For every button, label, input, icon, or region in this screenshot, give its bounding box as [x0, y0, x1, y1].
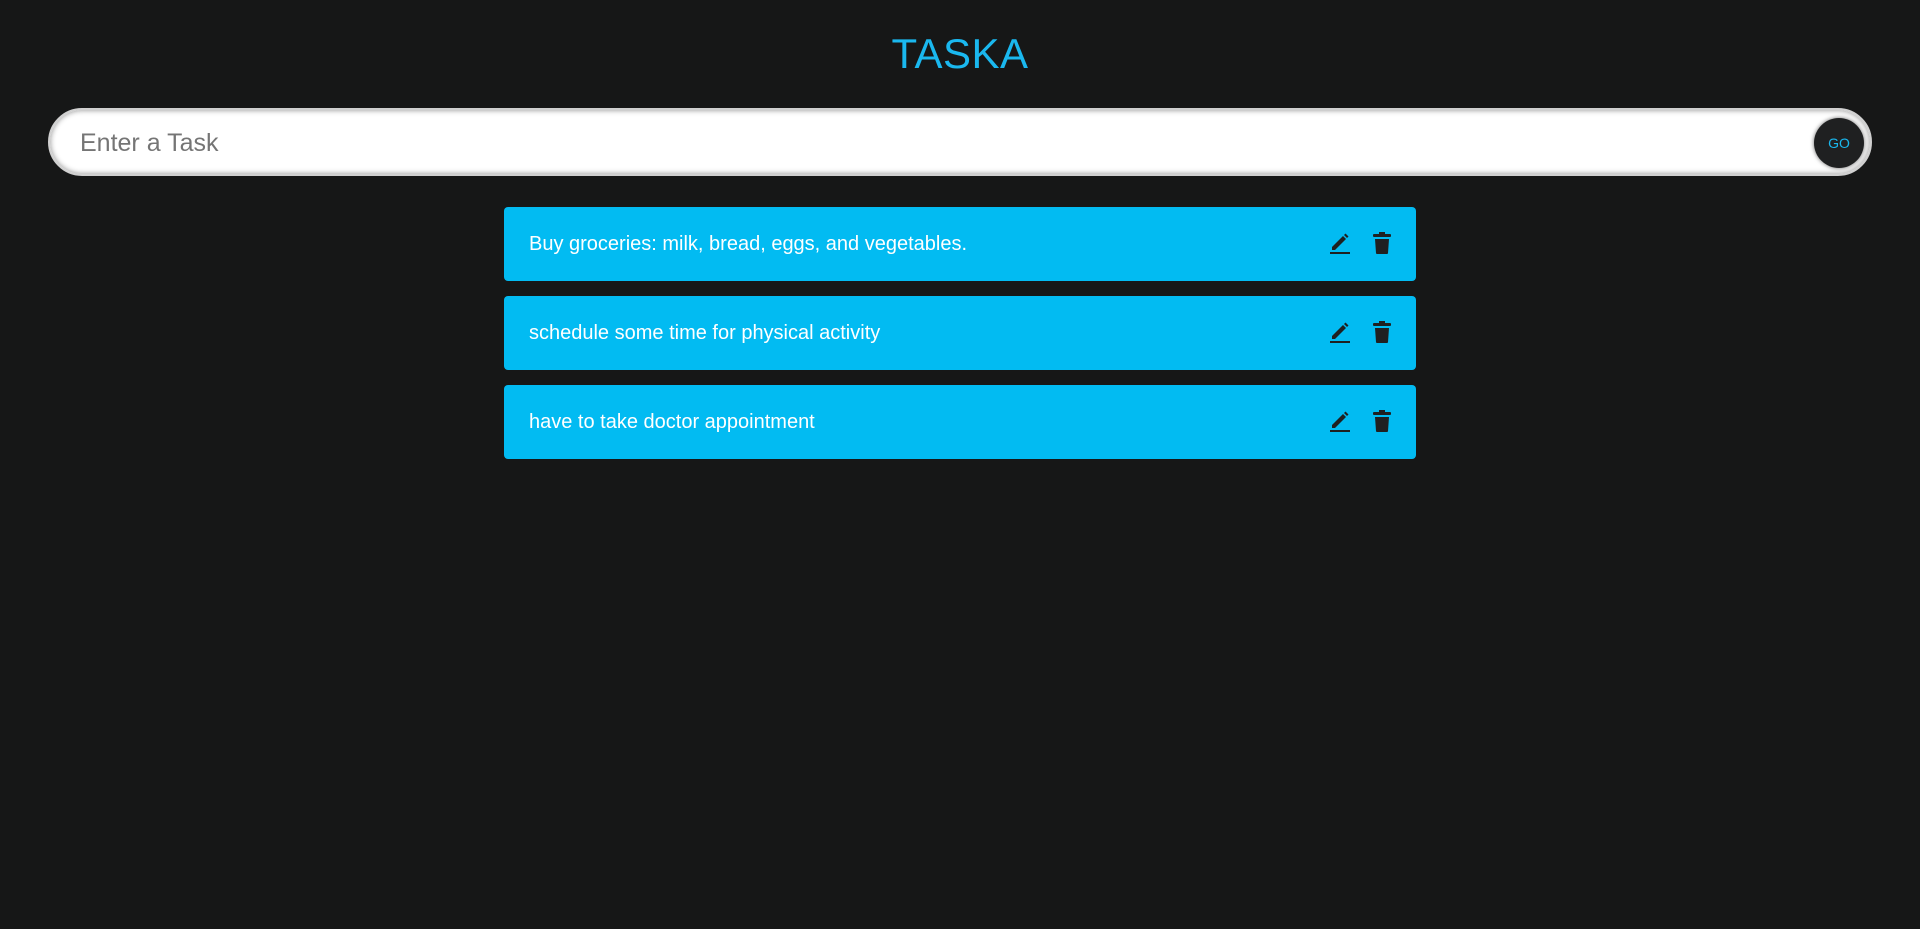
task-actions — [1328, 407, 1394, 435]
pencil-icon[interactable] — [1328, 408, 1352, 434]
task-actions — [1328, 229, 1394, 257]
go-button[interactable]: GO — [1814, 118, 1864, 168]
trash-icon[interactable] — [1370, 408, 1394, 434]
task-item: have to take doctor appointment — [504, 385, 1416, 459]
task-input[interactable] — [78, 122, 1782, 164]
trash-icon[interactable] — [1370, 230, 1394, 256]
trash-icon[interactable] — [1370, 319, 1394, 345]
task-input-bar: GO — [48, 108, 1872, 176]
pencil-icon[interactable] — [1328, 230, 1352, 256]
task-actions — [1328, 318, 1394, 346]
pencil-icon[interactable] — [1328, 319, 1352, 345]
task-text: schedule some time for physical activity — [529, 322, 881, 344]
task-item: schedule some time for physical activity — [504, 296, 1416, 370]
task-item: Buy groceries: milk, bread, eggs, and ve… — [504, 207, 1416, 281]
task-list: Buy groceries: milk, bread, eggs, and ve… — [504, 207, 1416, 474]
task-text: Buy groceries: milk, bread, eggs, and ve… — [529, 233, 968, 255]
app: TASKA GO Buy groceries: milk, bread, egg… — [0, 0, 1920, 929]
page-title: TASKA — [891, 30, 1029, 77]
task-text: have to take doctor appointment — [529, 411, 815, 433]
